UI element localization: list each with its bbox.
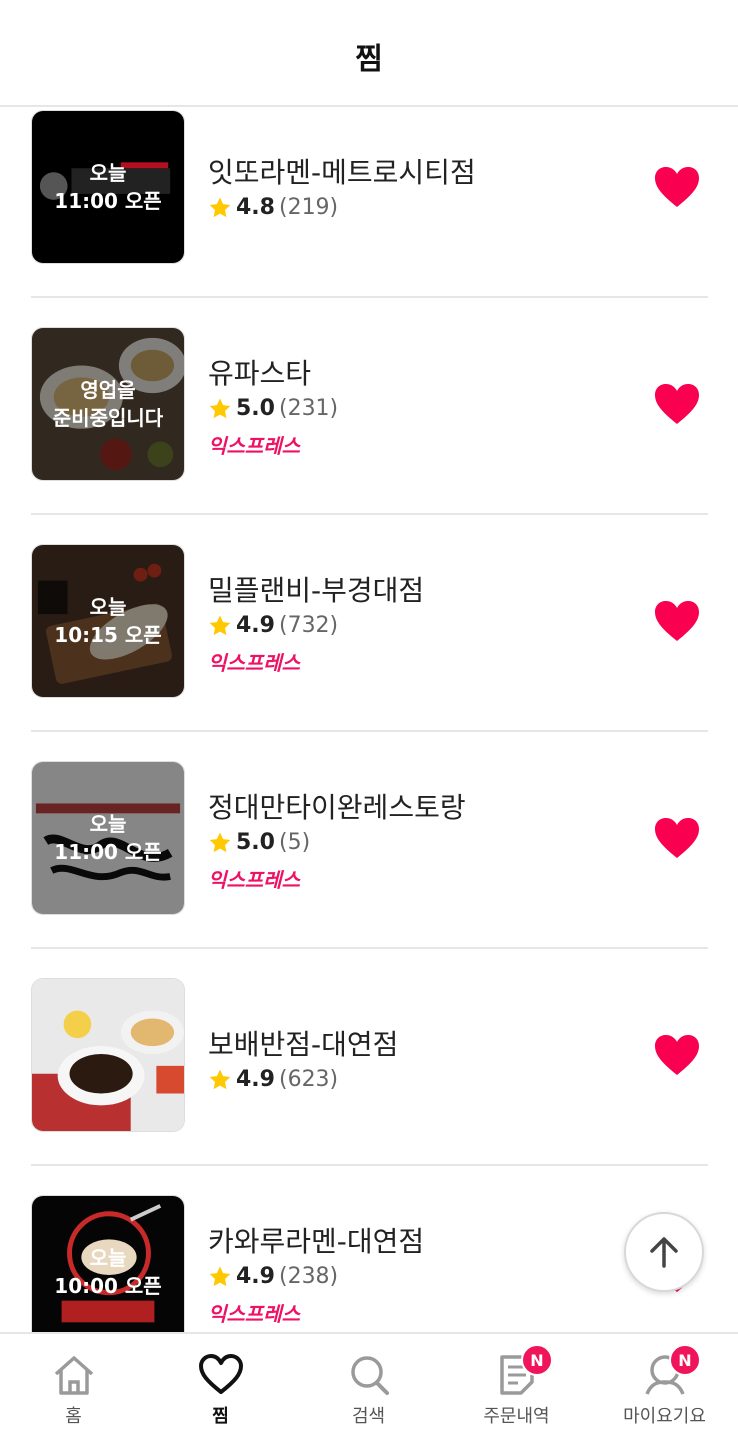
restaurant-thumbnail: 오늘 10:00 오픈 [31,1195,185,1332]
rating-score: 4.9 [236,1067,275,1092]
heart-icon[interactable] [654,383,700,425]
express-badge: 익스프레스 [208,1302,300,1326]
review-count: (5) [278,830,311,855]
tab-label: 주문내역 [483,1406,550,1427]
open-time-overlay: 오늘 10:15 오픈 [54,595,162,647]
search-icon [350,1356,389,1395]
restaurant-thumbnail [31,978,185,1132]
scroll-to-top-button[interactable] [624,1212,704,1292]
new-badge: N [669,1344,701,1376]
rating-score: 5.0 [236,830,275,855]
restaurant-name: 보배반점-대연점 [208,1028,399,1061]
restaurant-thumbnail: 오늘 10:15 오픈 [31,544,185,698]
tab-my-yogiyo[interactable]: N 마이요기요 [591,1334,738,1440]
restaurant-name: 유파스타 [208,357,312,390]
restaurant-photo [32,979,184,1131]
restaurant-name: 정대만타이완레스토랑 [208,791,466,824]
tab-label: 검색 [351,1406,386,1427]
divider [31,1164,708,1166]
top-bar: 찜 [0,0,738,107]
review-count: (732) [278,613,339,638]
heart-icon[interactable] [654,817,700,859]
divider [31,730,708,732]
restaurant-item[interactable]: 보배반점-대연점 4.9 (623) [0,975,738,1192]
star-icon [209,398,231,418]
review-count: (219) [278,195,339,220]
open-time-overlay: 오늘 11:00 오픈 [54,161,162,213]
arrow-up-icon [650,1237,678,1268]
restaurant-rating: 4.9 (238) [208,1264,338,1289]
favorites-list: 오늘 11:00 오픈 잇또라멘-메트로시티점 4.8 (219) 영업을 준비… [0,107,738,1332]
rating-score: 4.9 [236,1264,275,1289]
restaurant-rating: 5.0 (231) [208,396,338,421]
restaurant-item[interactable]: 오늘 11:00 오픈 정대만타이완레스토랑 5.0 (5) 익스프레스 [0,758,738,975]
closed-overlay: 영업을 준비중입니다 [52,378,164,430]
page-title: 찜 [355,42,383,77]
bottom-tab-bar: 홈 찜 검색 N 주문내역 N 마이요기요 [0,1332,738,1440]
restaurant-name: 밀플랜비-부경대점 [208,574,425,607]
tab-label: 찜 [212,1406,229,1427]
rating-score: 5.0 [236,396,275,421]
review-count: (231) [278,396,339,421]
star-icon [209,832,231,852]
divider [31,296,708,298]
restaurant-rating: 4.8 (219) [208,195,338,220]
review-count: (623) [278,1067,339,1092]
tab-home[interactable]: 홈 [0,1334,147,1440]
divider [31,947,708,949]
heart-icon [198,1354,243,1394]
star-icon [209,1069,231,1089]
restaurant-item[interactable]: 오늘 11:00 오픈 잇또라멘-메트로시티점 4.8 (219) [0,107,738,324]
restaurant-thumbnail: 오늘 11:00 오픈 [31,761,185,915]
tab-orders[interactable]: N 주문내역 [443,1334,590,1440]
restaurant-rating: 4.9 (732) [208,613,338,638]
open-time-overlay: 오늘 11:00 오픈 [54,812,162,864]
rating-score: 4.8 [236,195,275,220]
review-count: (238) [278,1264,339,1289]
restaurant-name: 카와루라멘-대연점 [208,1225,425,1258]
tab-search[interactable]: 검색 [295,1334,442,1440]
restaurant-thumbnail: 영업을 준비중입니다 [31,327,185,481]
heart-icon[interactable] [654,600,700,642]
open-time-overlay: 오늘 10:00 오픈 [54,1246,162,1298]
heart-icon[interactable] [654,166,700,208]
restaurant-name: 잇또라멘-메트로시티점 [208,156,476,189]
star-icon [209,1266,231,1286]
express-badge: 익스프레스 [208,434,300,458]
star-icon [209,615,231,635]
tab-label: 마이요기요 [623,1406,706,1427]
restaurant-item[interactable]: 영업을 준비중입니다 유파스타 5.0 (231) 익스프레스 [0,324,738,541]
heart-icon[interactable] [654,1034,700,1076]
star-icon [209,197,231,217]
express-badge: 익스프레스 [208,651,300,675]
home-icon [54,1356,93,1395]
restaurant-rating: 4.9 (623) [208,1067,338,1092]
rating-score: 4.9 [236,613,275,638]
restaurant-item[interactable]: 오늘 10:15 오픈 밀플랜비-부경대점 4.9 (732) 익스프레스 [0,541,738,758]
restaurant-rating: 5.0 (5) [208,830,310,855]
new-badge: N [521,1344,553,1376]
restaurant-thumbnail: 오늘 11:00 오픈 [31,110,185,264]
express-badge: 익스프레스 [208,868,300,892]
tab-label: 홈 [65,1406,82,1427]
divider [31,513,708,515]
tab-favorites[interactable]: 찜 [147,1334,294,1440]
